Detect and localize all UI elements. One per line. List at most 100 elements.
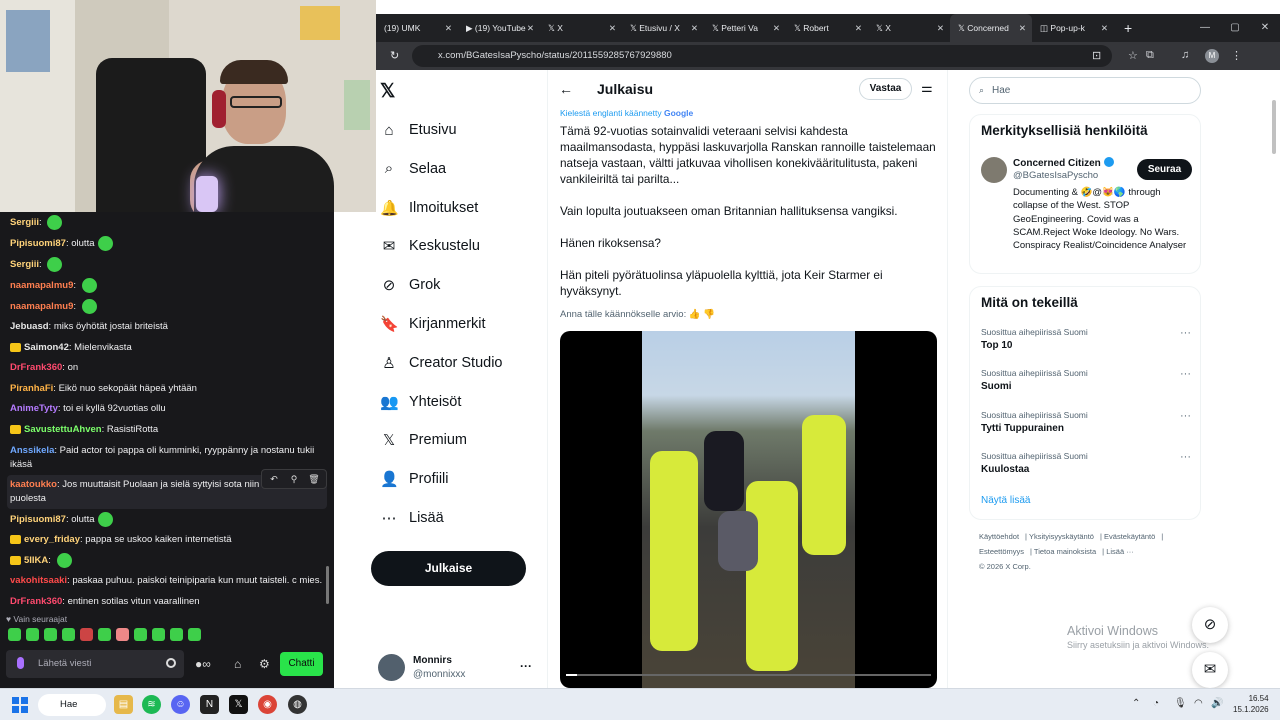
- app-icon[interactable]: N: [200, 695, 219, 714]
- back-arrow-icon[interactable]: ←: [559, 81, 573, 97]
- x-app-icon[interactable]: 𝕏: [229, 695, 248, 714]
- trend-item[interactable]: Suosittua aihepiirissä Suomi Suomi ···: [981, 368, 1191, 392]
- pin-icon[interactable]: ⚲: [284, 472, 304, 486]
- close-tab-icon[interactable]: ✕: [1019, 14, 1026, 42]
- volume-icon[interactable]: 🔊: [1211, 698, 1223, 709]
- emote[interactable]: [26, 628, 39, 641]
- profile-avatar[interactable]: M: [1205, 49, 1219, 63]
- video-player[interactable]: [560, 331, 937, 688]
- close-tab-icon[interactable]: ✕: [773, 14, 780, 42]
- menu-icon[interactable]: ⋮: [1231, 49, 1242, 62]
- footer-link[interactable]: Yksityisyyskäytäntö: [1029, 532, 1094, 541]
- settings-sliders-icon[interactable]: ⚌: [921, 80, 933, 96]
- emoji-icon[interactable]: [166, 658, 176, 668]
- more-icon[interactable]: ···: [1180, 410, 1191, 422]
- nav-item-kirjanmerkit[interactable]: 🔖 Kirjanmerkit: [380, 310, 486, 338]
- windows-start-icon[interactable]: [12, 697, 28, 713]
- chat-username[interactable]: Anssikela: [10, 445, 54, 456]
- tab-6[interactable]: 𝕏 Robert ✕: [786, 14, 868, 42]
- chat-username[interactable]: every_friday: [24, 534, 80, 545]
- more-icon[interactable]: ···: [520, 659, 532, 673]
- emote[interactable]: [80, 628, 93, 641]
- microphone-icon[interactable]: 🎙: [1174, 698, 1187, 709]
- emote[interactable]: [62, 628, 75, 641]
- media-icon[interactable]: ♫: [1181, 49, 1189, 61]
- nav-item-yhteisöt[interactable]: 👥 Yhteisöt: [380, 388, 461, 416]
- more-icon[interactable]: ···: [1180, 451, 1191, 463]
- nav-item-grok[interactable]: ⊘ Grok: [380, 271, 441, 299]
- nav-item-ilmoitukset[interactable]: 🔔 Ilmoitukset: [380, 194, 478, 222]
- install-icon[interactable]: ⊡: [1092, 49, 1101, 62]
- gear-icon[interactable]: ⚙: [259, 657, 270, 671]
- show-more-link[interactable]: Näytä lisää: [981, 495, 1030, 506]
- close-tab-icon[interactable]: ✕: [937, 14, 944, 42]
- reply-icon[interactable]: ↶: [264, 472, 284, 486]
- chat-username[interactable]: vakohitsaaki: [10, 575, 67, 586]
- nav-item-profiili[interactable]: 👤 Profiili: [380, 465, 448, 493]
- close-tab-icon[interactable]: ✕: [527, 14, 534, 42]
- tab-8[interactable]: 𝕏 Concerned ✕: [950, 14, 1032, 42]
- close-window-button[interactable]: ✕: [1250, 14, 1280, 42]
- footer-link[interactable]: Lisää ···: [1106, 547, 1134, 556]
- tab-4[interactable]: 𝕏 Etusivu / X ✕: [622, 14, 704, 42]
- chat-username[interactable]: PiranhaFi: [10, 383, 53, 394]
- more-icon[interactable]: ···: [1180, 368, 1191, 380]
- chat-username[interactable]: SavustettuAhven: [24, 424, 102, 435]
- video-progress[interactable]: [566, 674, 931, 676]
- footer-link[interactable]: Evästekäytäntö: [1104, 532, 1155, 541]
- chat-username[interactable]: DrFrank360: [10, 596, 62, 607]
- chat-input[interactable]: Lähetä viesti: [6, 650, 184, 678]
- star-icon[interactable]: ☆: [1128, 49, 1138, 62]
- chat-username[interactable]: naamapalmu9: [10, 301, 73, 312]
- maximize-button[interactable]: ▢: [1220, 14, 1250, 42]
- emote[interactable]: [44, 628, 57, 641]
- new-tab-button[interactable]: +: [1114, 14, 1142, 42]
- emote[interactable]: [134, 628, 147, 641]
- tab-5[interactable]: 𝕏 Petteri Va ✕: [704, 14, 786, 42]
- account-switcher[interactable]: Monnirs @monnixxx ···: [378, 653, 538, 683]
- chat-username[interactable]: DrFrank360: [10, 362, 62, 373]
- tab-9[interactable]: ◫ Pop-up-k ✕: [1032, 14, 1114, 42]
- footer-link[interactable]: Esteettömyys: [979, 547, 1024, 556]
- emote[interactable]: [188, 628, 201, 641]
- user-handle[interactable]: @BGatesIsaPyscho: [1013, 170, 1098, 181]
- close-tab-icon[interactable]: ✕: [1101, 14, 1108, 42]
- address-bar[interactable]: x.com/BGatesIsaPyscho/status/20115592857…: [412, 45, 1112, 67]
- close-tab-icon[interactable]: ✕: [609, 14, 616, 42]
- chat-send-button[interactable]: Chatti: [280, 652, 323, 676]
- minimize-button[interactable]: —: [1190, 14, 1220, 42]
- chat-username[interactable]: AnimeTyty: [10, 403, 58, 414]
- chat-username[interactable]: Jebuasd: [10, 321, 49, 332]
- emote[interactable]: [170, 628, 183, 641]
- tab-1[interactable]: (19) UMK ✕: [376, 14, 458, 42]
- spotify-icon[interactable]: ≋: [142, 695, 161, 714]
- network-icon[interactable]: ◔: [1153, 698, 1159, 709]
- chrome-icon[interactable]: ◉: [258, 695, 277, 714]
- messages-icon[interactable]: ✉: [1192, 652, 1228, 688]
- footer-link[interactable]: Tietoa mainoksista: [1034, 547, 1096, 556]
- x-logo-icon[interactable]: 𝕏: [380, 80, 395, 103]
- close-tab-icon[interactable]: ✕: [445, 14, 452, 42]
- reply-button[interactable]: Vastaa: [859, 78, 912, 100]
- thumbs-down-icon[interactable]: 👎: [703, 309, 715, 320]
- emote[interactable]: [116, 628, 129, 641]
- reload-icon[interactable]: ↻: [390, 49, 399, 62]
- chat-scrollbar[interactable]: [326, 566, 329, 604]
- avatar[interactable]: [981, 157, 1007, 183]
- tab-7[interactable]: 𝕏 X ✕: [868, 14, 950, 42]
- chat-username[interactable]: Pipisuomi87: [10, 514, 66, 525]
- extensions-icon[interactable]: ⧉: [1146, 49, 1154, 62]
- bits-icon[interactable]: ●∞: [195, 657, 211, 671]
- chat-username[interactable]: naamapalmu9: [10, 280, 73, 291]
- trend-item[interactable]: Suosittua aihepiirissä Suomi Kuulostaa ···: [981, 451, 1191, 475]
- nav-item-selaa[interactable]: ⌕ Selaa: [380, 155, 446, 183]
- more-icon[interactable]: ···: [1180, 327, 1191, 339]
- translated-notice[interactable]: Kielestä englanti käännetty Google: [560, 108, 693, 118]
- emote[interactable]: [8, 628, 21, 641]
- close-tab-icon[interactable]: ✕: [855, 14, 862, 42]
- file-explorer-icon[interactable]: ▤: [114, 695, 133, 714]
- chat-username[interactable]: Saimon42: [24, 342, 69, 353]
- clock[interactable]: 16.54 15.1.2026: [1233, 693, 1269, 715]
- chat-username[interactable]: Sergiii: [10, 217, 39, 228]
- taskbar-search[interactable]: Hae: [38, 694, 106, 716]
